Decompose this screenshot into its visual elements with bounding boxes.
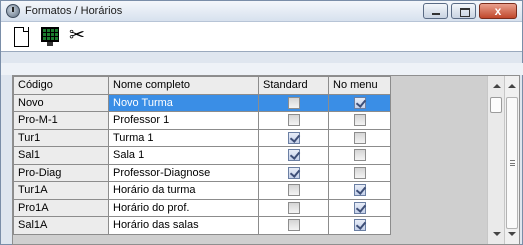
code-cell[interactable]: Sal1 bbox=[13, 146, 109, 165]
table-row[interactable]: Novo Novo Turma bbox=[13, 93, 391, 112]
inner-vertical-scrollbar[interactable] bbox=[487, 76, 504, 244]
no-menu-checkbox[interactable] bbox=[353, 131, 366, 144]
code-cell[interactable]: Pro-Diag bbox=[13, 163, 109, 182]
standard-cell bbox=[258, 128, 329, 147]
column-header-standard[interactable]: Standard bbox=[258, 76, 329, 95]
full-name-cell[interactable]: Horário da turma bbox=[108, 181, 259, 200]
standard-checkbox[interactable] bbox=[287, 96, 300, 109]
maximize-button[interactable] bbox=[451, 3, 476, 19]
table-row[interactable]: Pro-M-1 Professor 1 bbox=[13, 111, 391, 130]
scissors-icon[interactable]: ✂ bbox=[65, 25, 89, 49]
toolbar: ✂ bbox=[1, 22, 522, 52]
outer-scroll-thumb[interactable] bbox=[506, 97, 518, 229]
no-menu-checkbox[interactable] bbox=[353, 219, 366, 232]
full-name-cell[interactable]: Horário do prof. bbox=[108, 198, 259, 217]
window-title: Formatos / Horários bbox=[25, 5, 123, 17]
no-menu-cell bbox=[328, 198, 391, 217]
no-menu-cell bbox=[328, 146, 391, 165]
standard-cell bbox=[258, 216, 329, 235]
table-row[interactable]: Tur1 Turma 1 bbox=[13, 128, 391, 147]
no-menu-checkbox[interactable] bbox=[353, 96, 366, 109]
table-row[interactable]: Pro-Diag Professor-Diagnose bbox=[13, 163, 391, 182]
full-name-cell[interactable]: Sala 1 bbox=[108, 146, 259, 165]
no-menu-checkbox[interactable] bbox=[353, 166, 366, 179]
table-row[interactable]: Sal1 Sala 1 bbox=[13, 146, 391, 165]
standard-cell bbox=[258, 146, 329, 165]
formats-table: Código Nome completo Standard No menu No… bbox=[13, 76, 391, 235]
code-cell[interactable]: Tur1A bbox=[13, 181, 109, 200]
no-menu-cell bbox=[328, 93, 391, 112]
no-menu-cell bbox=[328, 163, 391, 182]
standard-checkbox[interactable] bbox=[287, 131, 300, 144]
table-row[interactable]: Pro1A Horário do prof. bbox=[13, 198, 391, 217]
column-header-code[interactable]: Código bbox=[13, 76, 109, 95]
grip-icon bbox=[510, 160, 515, 166]
code-cell[interactable]: Tur1 bbox=[13, 128, 109, 147]
standard-checkbox[interactable] bbox=[287, 219, 300, 232]
standard-cell bbox=[258, 163, 329, 182]
code-cell[interactable]: Novo bbox=[13, 93, 109, 112]
scroll-thumb[interactable] bbox=[490, 97, 502, 113]
scroll-up-arrow-icon[interactable] bbox=[493, 84, 501, 88]
column-header-full-name[interactable]: Nome completo bbox=[108, 76, 259, 95]
standard-cell bbox=[258, 111, 329, 130]
app-icon bbox=[6, 4, 20, 18]
formatos-horarios-window: Formatos / Horários x ✂ Código Nome comp… bbox=[0, 0, 523, 245]
timetable-grid-icon[interactable] bbox=[39, 25, 63, 49]
standard-checkbox[interactable] bbox=[287, 114, 300, 127]
caption-buttons: x bbox=[420, 3, 517, 19]
standard-cell bbox=[258, 93, 329, 112]
minimize-button[interactable] bbox=[423, 3, 448, 19]
full-name-cell[interactable]: Horário das salas bbox=[108, 216, 259, 235]
code-cell[interactable]: Sal1A bbox=[13, 216, 109, 235]
no-menu-checkbox[interactable] bbox=[353, 184, 366, 197]
standard-cell bbox=[258, 198, 329, 217]
table-row[interactable]: Sal1A Horário das salas bbox=[13, 216, 391, 235]
standard-checkbox[interactable] bbox=[287, 149, 300, 162]
full-name-cell[interactable]: Turma 1 bbox=[108, 128, 259, 147]
scroll-down-arrow-icon[interactable] bbox=[493, 232, 501, 236]
outer-scroll-down-arrow-icon[interactable] bbox=[508, 232, 516, 236]
table-row[interactable]: Tur1A Horário da turma bbox=[13, 181, 391, 200]
standard-cell bbox=[258, 181, 329, 200]
standard-checkbox[interactable] bbox=[287, 184, 300, 197]
no-menu-checkbox[interactable] bbox=[353, 149, 366, 162]
no-menu-cell bbox=[328, 216, 391, 235]
close-button[interactable]: x bbox=[479, 3, 517, 19]
standard-checkbox[interactable] bbox=[287, 166, 300, 179]
full-name-cell[interactable]: Professor-Diagnose bbox=[108, 163, 259, 182]
no-menu-cell bbox=[328, 181, 391, 200]
table-body: Novo Novo Turma Pro-M-1 Professor 1 Tur1 Turm… bbox=[13, 93, 391, 235]
outer-vertical-scrollbar[interactable] bbox=[504, 76, 519, 244]
code-cell[interactable]: Pro1A bbox=[13, 198, 109, 217]
new-document-icon[interactable] bbox=[9, 25, 33, 49]
no-menu-checkbox[interactable] bbox=[353, 201, 366, 214]
title-bar[interactable]: Formatos / Horários x bbox=[1, 1, 522, 22]
no-menu-cell bbox=[328, 128, 391, 147]
full-name-cell[interactable]: Novo Turma bbox=[108, 93, 259, 112]
full-name-cell[interactable]: Professor 1 bbox=[108, 111, 259, 130]
no-menu-checkbox[interactable] bbox=[353, 114, 366, 127]
grid-top-strip bbox=[1, 63, 523, 75]
close-icon: x bbox=[494, 4, 502, 18]
column-header-no-menu[interactable]: No menu bbox=[328, 76, 391, 95]
outer-scroll-up-arrow-icon[interactable] bbox=[508, 84, 516, 88]
code-cell[interactable]: Pro-M-1 bbox=[13, 111, 109, 130]
standard-checkbox[interactable] bbox=[287, 201, 300, 214]
no-menu-cell bbox=[328, 111, 391, 130]
table-header-row: Código Nome completo Standard No menu bbox=[13, 76, 391, 95]
formats-grid: Código Nome completo Standard No menu No… bbox=[12, 75, 520, 245]
